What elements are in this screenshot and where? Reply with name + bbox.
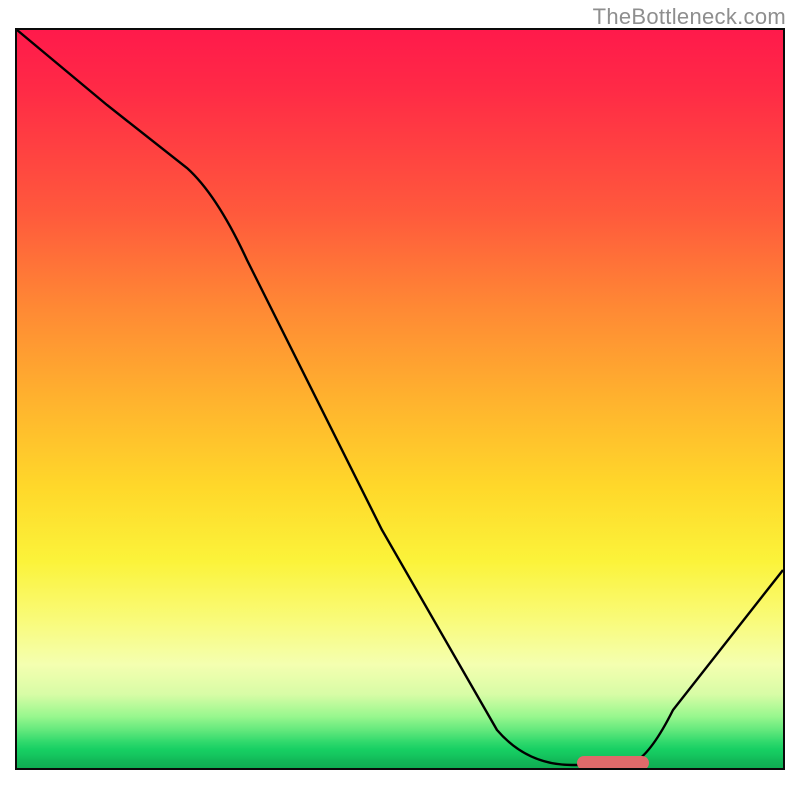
optimal-marker: [577, 756, 649, 770]
plot-area: [15, 28, 785, 770]
chart-container: TheBottleneck.com: [0, 0, 800, 800]
watermark-text: TheBottleneck.com: [593, 4, 786, 30]
curve-svg: [17, 30, 783, 768]
bottleneck-curve-path: [17, 30, 783, 765]
